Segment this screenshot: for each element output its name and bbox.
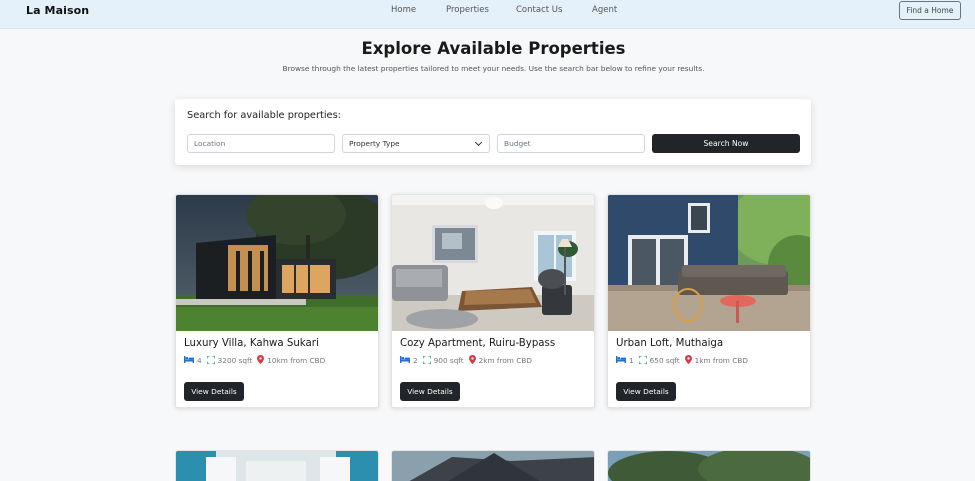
property-meta: 2 900 sqft 2km from CBD [400,354,537,366]
find-home-button[interactable]: Find a Home [899,1,961,20]
property-type-select[interactable]: Property Type [342,134,490,153]
property-card [391,450,595,481]
area-size: 3200 sqft [217,356,253,365]
property-image [392,451,594,481]
view-details-button[interactable]: View Details [616,382,676,401]
view-details-button[interactable]: View Details [400,382,460,401]
location-input[interactable]: Location [187,134,335,153]
property-image [176,451,378,481]
distance: 1km from CBD [694,356,748,365]
search-panel: Search for available properties: Locatio… [175,99,811,165]
distance: 10km from CBD [267,356,326,365]
expand-icon [422,354,432,366]
location-pin-icon [468,355,476,366]
property-card [175,450,379,481]
property-image [608,451,810,481]
nav-link-home[interactable]: Home [391,5,416,15]
view-details-button[interactable]: View Details [184,382,244,401]
bed-icon [400,356,410,365]
bed-icon [616,356,626,365]
property-meta: 1 650 sqft 1km from CBD [616,354,753,366]
beds-count: 4 [197,356,202,365]
expand-icon [638,354,648,366]
area-size: 900 sqft [433,356,464,365]
distance: 2km from CBD [478,356,532,365]
budget-input[interactable]: Budget [497,134,645,153]
location-pin-icon [684,355,692,366]
area-size: 650 sqft [649,356,680,365]
property-title: Cozy Apartment, Ruiru-Bypass [400,338,556,349]
property-card: Urban Loft, Muthaiga 1 650 sqft 1km from… [607,194,811,408]
chevron-down-icon [474,138,483,147]
property-image [608,195,810,331]
property-type-value: Property Type [349,139,400,148]
property-image [176,195,378,331]
property-title: Luxury Villa, Kahwa Sukari [184,338,319,349]
location-pin-icon [257,355,265,366]
brand-logo[interactable]: La Maison [26,4,89,17]
property-card: Luxury Villa, Kahwa Sukari 4 3200 sqft 1… [175,194,379,408]
property-card: Cozy Apartment, Ruiru-Bypass 2 900 sqft … [391,194,595,408]
beds-count: 1 [629,356,634,365]
search-label: Search for available properties: [187,110,341,121]
property-title: Urban Loft, Muthaiga [616,338,724,349]
expand-icon [206,354,216,366]
nav-link-agent[interactable]: Agent [592,5,617,15]
page-subtitle: Browse through the latest properties tai… [282,64,705,73]
navbar: La Maison Home Properties Contact Us Age… [0,0,975,29]
beds-count: 2 [413,356,418,365]
property-card [607,450,811,481]
search-button[interactable]: Search Now [652,134,800,153]
nav-link-properties[interactable]: Properties [446,5,489,15]
property-meta: 4 3200 sqft 10km from CBD [184,354,330,366]
bed-icon [184,356,194,365]
nav-link-contact[interactable]: Contact Us [516,5,562,15]
property-image [392,195,594,331]
page-title: Explore Available Properties [361,39,626,58]
